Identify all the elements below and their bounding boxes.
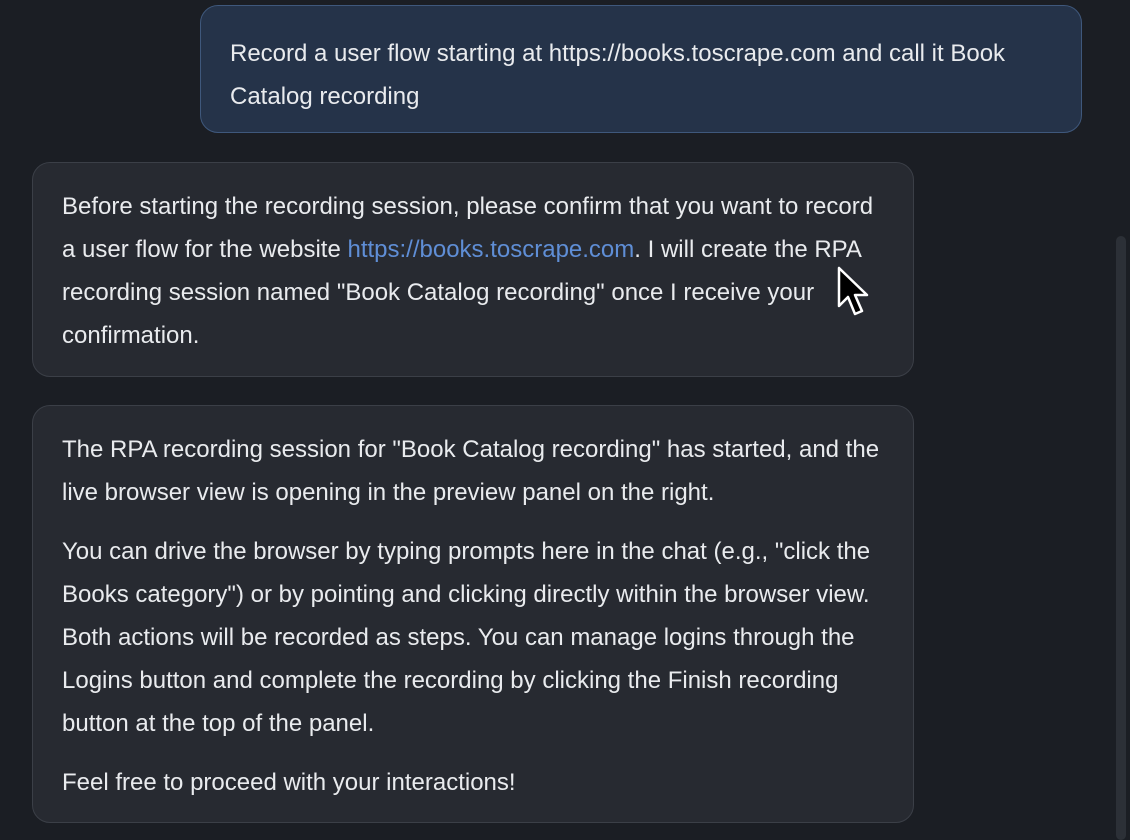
- assistant-paragraph: You can drive the browser by typing prom…: [62, 538, 871, 737]
- assistant-message-text: Before starting the recording session, p…: [62, 185, 884, 357]
- website-link[interactable]: https://books.toscrape.com: [347, 236, 634, 263]
- assistant-message-bubble: The RPA recording session for "Book Cata…: [32, 405, 914, 823]
- assistant-paragraph: The RPA recording session for "Book Cata…: [62, 436, 880, 506]
- assistant-message-bubble: Before starting the recording session, p…: [32, 162, 914, 377]
- chat-thread: Record a user flow starting at https://b…: [0, 0, 1114, 840]
- scrollbar-thumb[interactable]: [1116, 236, 1126, 840]
- user-message-text: Record a user flow starting at https://b…: [230, 40, 1006, 110]
- user-message-bubble: Record a user flow starting at https://b…: [200, 5, 1082, 133]
- assistant-paragraph: Feel free to proceed with your interacti…: [62, 769, 516, 796]
